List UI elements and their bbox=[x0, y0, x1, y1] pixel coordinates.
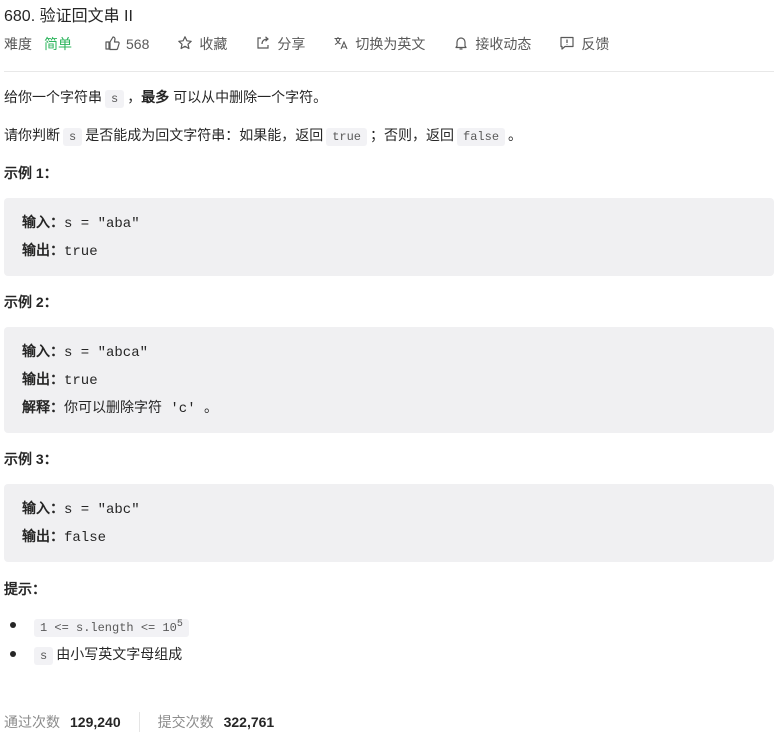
like-count: 568 bbox=[126, 36, 150, 52]
feedback-icon bbox=[559, 35, 581, 54]
problem-description: 给你一个字符串 s ，最多 可以从中删除一个字符。 请你判断 s 是否能成为回文字符串：… bbox=[4, 86, 774, 669]
input-label: 输入： bbox=[22, 500, 64, 516]
constraint-item: s 由小写英文字母组成 bbox=[10, 641, 774, 669]
feedback-button[interactable]: 反馈 bbox=[559, 34, 609, 54]
inline-code: s bbox=[34, 647, 54, 665]
example-1-box: 输入：s = "aba" 输出：true bbox=[4, 198, 774, 276]
accepted-label: 通过次数 bbox=[4, 714, 60, 730]
explanation-value: 你可以删除字符 'c' 。 bbox=[64, 401, 219, 417]
switch-language-label: 切换为英文 bbox=[355, 36, 426, 52]
constraint-item: 1 <= s.length <= 105 bbox=[10, 612, 774, 641]
share-label: 分享 bbox=[277, 36, 306, 52]
text: 可以从中删除一个字符。 bbox=[173, 89, 328, 105]
superscript: 5 bbox=[176, 619, 183, 630]
text: 。 bbox=[508, 127, 523, 143]
text: 给你一个字符串 bbox=[4, 89, 102, 105]
example-1-title: 示例 1： bbox=[4, 165, 58, 181]
submission-stats: 通过次数 129,240 提交次数 322,761 bbox=[4, 711, 274, 733]
output-label: 输出： bbox=[22, 528, 64, 544]
output-value: false bbox=[64, 530, 107, 546]
switch-language-button[interactable]: 切换为英文 bbox=[333, 34, 425, 54]
inline-code: false bbox=[457, 128, 506, 146]
input-label: 输入： bbox=[22, 214, 64, 230]
accepted-count: 129,240 bbox=[70, 714, 121, 730]
input-value: s = "abc" bbox=[64, 502, 140, 518]
difficulty-badge: 简单 bbox=[44, 36, 72, 52]
subscribe-label: 接收动态 bbox=[475, 36, 532, 52]
input-value: s = "abca" bbox=[64, 345, 149, 361]
favorite-button[interactable]: 收藏 bbox=[177, 34, 227, 54]
submissions-count: 322,761 bbox=[223, 714, 275, 730]
output-label: 输出： bbox=[22, 242, 64, 258]
text: 是否能成为回文字符串：如果能，返回 bbox=[85, 127, 324, 143]
bold-text: 最多 bbox=[141, 89, 170, 105]
thumbs-up-icon bbox=[104, 35, 126, 54]
description-paragraph-2: 请你判断 s 是否能成为回文字符串：如果能，返回 true ；否则，返回 false。 bbox=[4, 124, 774, 148]
output-value: true bbox=[64, 244, 98, 260]
output-value: true bbox=[64, 373, 98, 389]
example-2-box: 输入：s = "abca" 输出：true 解释：你可以删除字符 'c' 。 bbox=[4, 327, 774, 433]
description-paragraph-1: 给你一个字符串 s ，最多 可以从中删除一个字符。 bbox=[4, 86, 774, 110]
text: 请你判断 bbox=[4, 127, 60, 143]
input-value: s = "aba" bbox=[64, 216, 140, 232]
input-label: 输入： bbox=[22, 343, 64, 359]
translate-icon bbox=[333, 35, 355, 54]
submissions-label: 提交次数 bbox=[157, 714, 214, 730]
share-button[interactable]: 分享 bbox=[255, 34, 305, 54]
footer-divider bbox=[138, 712, 140, 732]
example-2-title: 示例 2： bbox=[4, 294, 58, 310]
constraint-code: 1 <= s.length <= 10 bbox=[40, 621, 177, 635]
constraints-title: 提示： bbox=[4, 581, 46, 597]
constraint-text: 由小写英文字母组成 bbox=[56, 646, 183, 662]
header-divider bbox=[4, 71, 774, 72]
page-title: 680. 验证回文串 II bbox=[4, 8, 133, 25]
output-label: 输出： bbox=[22, 371, 64, 387]
example-3-title: 示例 3： bbox=[4, 451, 58, 467]
inline-code: 1 <= s.length <= 105 bbox=[34, 619, 189, 637]
example-3-box: 输入：s = "abc" 输出：false bbox=[4, 484, 774, 562]
bell-icon bbox=[453, 35, 475, 54]
feedback-label: 反馈 bbox=[581, 36, 610, 52]
difficulty-label: 难度 bbox=[4, 36, 32, 52]
favorite-label: 收藏 bbox=[199, 36, 228, 52]
problem-meta-bar: 难度 简单 568 收藏 分享 切换为英文 接收动态 反馈 bbox=[4, 33, 637, 55]
constraints-list: 1 <= s.length <= 105 s 由小写英文字母组成 bbox=[4, 612, 774, 669]
text: ；否则，返回 bbox=[370, 127, 455, 143]
star-icon bbox=[177, 35, 199, 54]
inline-code: s bbox=[105, 90, 125, 108]
like-button[interactable]: 568 bbox=[104, 35, 149, 54]
text: ， bbox=[127, 89, 142, 105]
explanation-label: 解释： bbox=[22, 399, 64, 415]
subscribe-button[interactable]: 接收动态 bbox=[453, 34, 531, 54]
share-icon bbox=[255, 35, 277, 54]
inline-code: true bbox=[326, 128, 368, 146]
inline-code: s bbox=[63, 128, 83, 146]
